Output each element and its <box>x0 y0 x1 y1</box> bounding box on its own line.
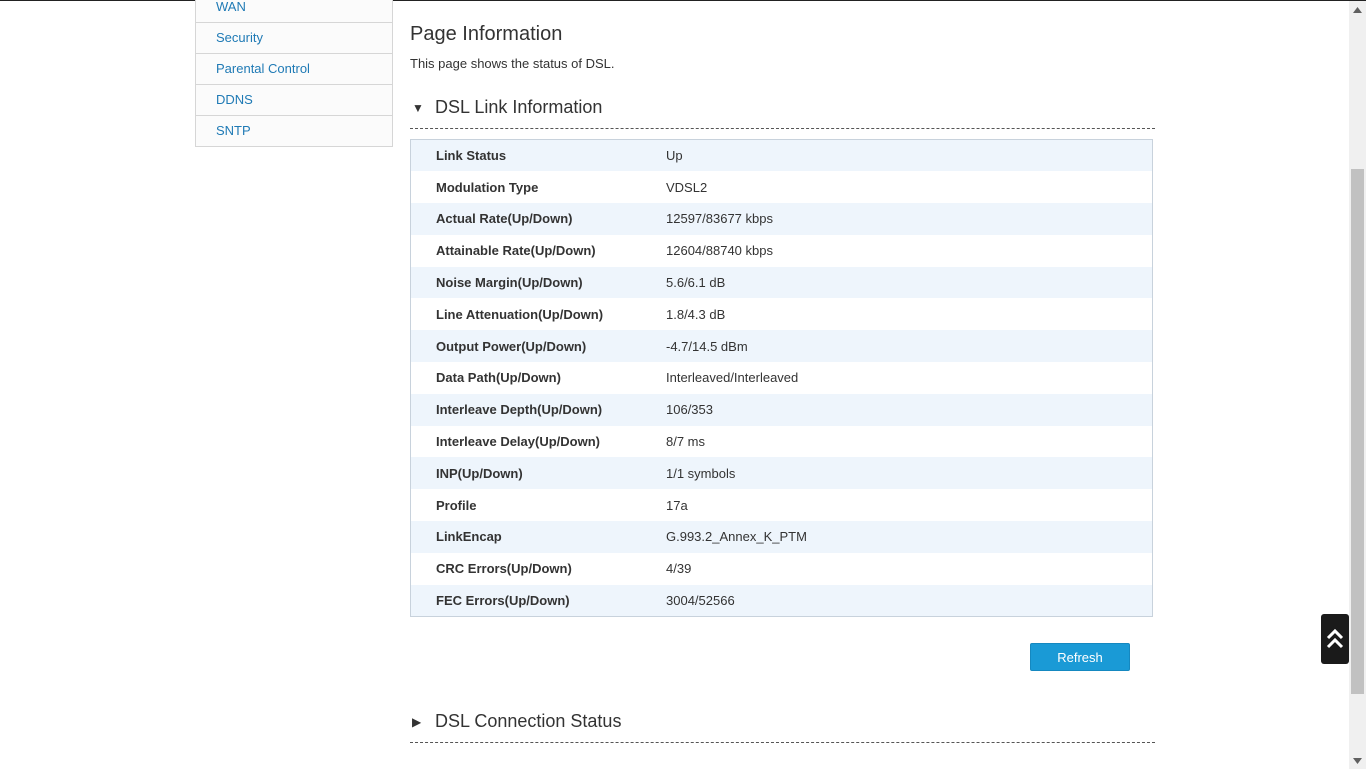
row-label: Line Attenuation(Up/Down) <box>436 306 604 322</box>
page-description: This page shows the status of DSL. <box>410 56 615 71</box>
row-label: CRC Errors(Up/Down) <box>436 561 572 577</box>
table-row: Data Path(Up/Down) Interleaved/Interleave… <box>410 362 1153 394</box>
row-label: Data Path(Up/Down) <box>436 370 561 386</box>
row-label: FEC Errors(Up/Down) <box>436 592 570 608</box>
row-label: INP(Up/Down) <box>436 465 523 481</box>
row-value: Up <box>666 148 683 164</box>
row-value: -4.7/14.5 dBm <box>666 338 748 354</box>
row-label: Noise Margin(Up/Down) <box>436 275 583 291</box>
sidebar-item-sntp[interactable]: SNTP <box>196 116 392 146</box>
scroll-up-arrow-icon[interactable] <box>1349 1 1366 18</box>
table-row: FEC Errors(Up/Down) 3004/52566 <box>410 584 1153 617</box>
table-row: INP(Up/Down) 1/1 symbols <box>410 457 1153 490</box>
scroll-down-arrow-icon[interactable] <box>1349 752 1366 769</box>
table-row: Profile 17a <box>410 489 1153 522</box>
triangle-right-icon: ▶ <box>412 715 422 729</box>
row-label: LinkEncap <box>436 529 502 545</box>
row-label: Interleave Delay(Up/Down) <box>436 434 600 450</box>
row-label: Attainable Rate(Up/Down) <box>436 243 596 259</box>
sidebar-item-security[interactable]: Security <box>196 23 392 54</box>
scrollbar-thumb[interactable] <box>1351 169 1364 694</box>
row-label: Profile <box>436 497 477 513</box>
dsl-link-section-header[interactable]: ▼ DSL Link Information <box>410 92 1155 129</box>
table-row: Actual Rate(Up/Down) 12597/83677 kbps <box>410 203 1153 235</box>
sidebar-item-ddns[interactable]: DDNS <box>196 85 392 116</box>
table-row: Interleave Delay(Up/Down) 8/7 ms <box>410 425 1153 458</box>
table-row: Attainable Rate(Up/Down) 12604/88740 kbps <box>410 234 1153 267</box>
table-row: Interleave Depth(Up/Down) 106/353 <box>410 393 1153 426</box>
table-row: Output Power(Up/Down) -4.7/14.5 dBm <box>410 330 1153 363</box>
sidebar-nav: WAN Security Parental Control DDNS SNTP <box>195 0 393 147</box>
row-value: 4/39 <box>666 561 692 577</box>
vertical-scrollbar[interactable] <box>1349 1 1366 769</box>
row-value: VDSL2 <box>666 179 708 195</box>
dsl-connection-section-header[interactable]: ▶ DSL Connection Status <box>410 706 1155 743</box>
double-chevron-up-icon <box>1326 628 1344 649</box>
row-value: G.993.2_Annex_K_PTM <box>666 529 807 545</box>
row-label: Modulation Type <box>436 179 539 195</box>
sidebar-item-parental-control[interactable]: Parental Control <box>196 54 392 85</box>
row-value: 106/353 <box>666 402 713 418</box>
table-row: Modulation Type VDSL2 <box>410 171 1153 204</box>
dsl-connection-section-title: DSL Connection Status <box>435 711 622 731</box>
row-value: 17a <box>666 497 688 513</box>
table-row: Line Attenuation(Up/Down) 1.8/4.3 dB <box>410 298 1153 331</box>
dsl-link-table: Link Status Up Modulation Type VDSL2 Actual … <box>410 139 1153 617</box>
row-value: 12604/88740 kbps <box>666 243 773 259</box>
row-label: Output Power(Up/Down) <box>436 338 587 354</box>
row-value: Interleaved/Interleaved <box>666 370 799 386</box>
row-value: 5.6/6.1 dB <box>666 275 726 291</box>
table-row: LinkEncap G.993.2_Annex_K_PTM <box>410 521 1153 553</box>
triangle-down-icon: ▼ <box>412 101 424 115</box>
row-value: 8/7 ms <box>666 434 706 450</box>
row-label: Link Status <box>436 148 507 164</box>
row-value: 12597/83677 kbps <box>666 211 773 227</box>
back-to-top-button[interactable] <box>1321 614 1349 664</box>
row-value: 1.8/4.3 dB <box>666 306 726 322</box>
row-label: Actual Rate(Up/Down) <box>436 211 573 227</box>
page-title: Page Information <box>410 23 563 45</box>
sidebar-item-wan[interactable]: WAN <box>196 0 392 23</box>
table-row: Noise Margin(Up/Down) 5.6/6.1 dB <box>410 266 1153 299</box>
row-value: 1/1 symbols <box>666 465 736 481</box>
row-value: 3004/52566 <box>666 592 735 608</box>
row-label: Interleave Depth(Up/Down) <box>436 402 603 418</box>
table-row: Link Status Up <box>410 139 1153 172</box>
dsl-link-section-title: DSL Link Information <box>435 97 603 117</box>
refresh-button[interactable]: Refresh <box>1030 643 1130 671</box>
table-row: CRC Errors(Up/Down) 4/39 <box>410 552 1153 585</box>
